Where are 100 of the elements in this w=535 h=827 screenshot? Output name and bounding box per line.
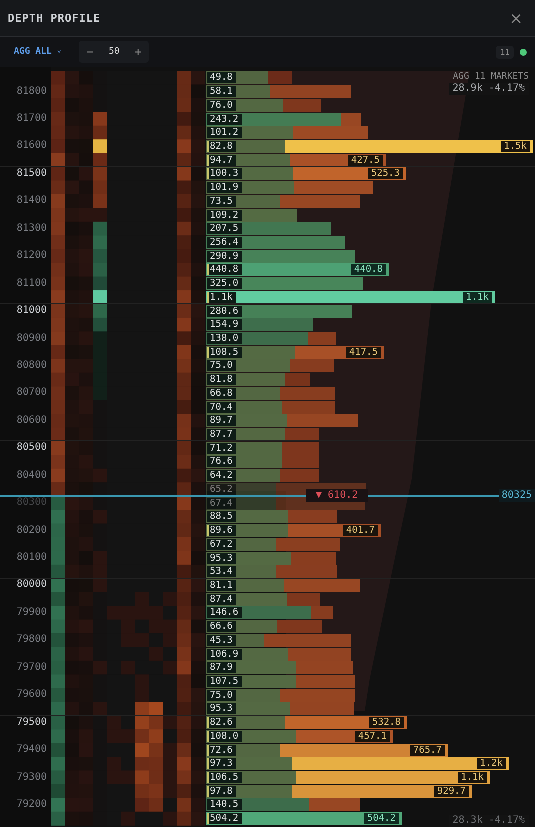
volume-label: 64.2 <box>207 470 236 482</box>
volume-callout: 401.7 <box>343 525 378 536</box>
volume-callout: 457.1 <box>355 730 390 742</box>
volume-label: 71.2 <box>207 442 236 454</box>
close-button[interactable]: × <box>506 8 527 28</box>
price-label: 80900 <box>16 332 47 345</box>
volume-bar-extension <box>296 661 353 674</box>
volume-label: 87.7 <box>207 429 236 440</box>
markets-count-badge: 11 <box>496 46 514 58</box>
volume-callout: 532.8 <box>369 717 404 728</box>
price-label: 81100 <box>16 278 47 290</box>
volume-label: 95.3 <box>207 552 236 564</box>
price-label: 79800 <box>16 634 47 646</box>
volume-label: 67.4 <box>207 498 236 509</box>
volume-label: 81.1 <box>207 580 236 591</box>
volume-callout: 440.8 <box>351 264 386 276</box>
volume-label: 100.3 <box>207 168 242 180</box>
volume-label: 1.1k <box>207 292 236 303</box>
volume-label: 87.9 <box>207 662 236 674</box>
price-label: 81800 <box>16 86 47 98</box>
volume-bar-extension <box>282 442 319 455</box>
volume-label: 87.4 <box>207 594 236 605</box>
volume-bar-extension <box>276 565 337 578</box>
volume-bar-extension <box>282 400 335 414</box>
volume-label: 76.0 <box>207 100 236 111</box>
volume-label: 65.2 <box>207 484 236 495</box>
volume-label: 89.6 <box>207 525 236 536</box>
window-title: DEPTH PROFILE <box>8 12 101 24</box>
volume-callout: 1.1k <box>458 772 487 784</box>
volume-label: 73.5 <box>207 196 236 207</box>
volume-label: 94.7 <box>207 154 236 166</box>
volume-label: 45.3 <box>207 634 236 646</box>
price-label: 79500 <box>16 716 47 729</box>
volume-label: 207.5 <box>207 223 242 234</box>
price-label: 79700 <box>16 662 47 674</box>
price-label: 80400 <box>16 470 47 482</box>
decrement-button[interactable]: − <box>79 45 102 59</box>
price-label: 79300 <box>16 772 47 784</box>
price-label: 81000 <box>16 305 47 318</box>
volume-label: 154.9 <box>207 319 242 330</box>
volume-callout: 1.1k <box>463 292 492 303</box>
price-label: 80000 <box>16 579 47 592</box>
volume-label: 101.2 <box>207 127 242 138</box>
volume-label: 49.8 <box>207 72 236 84</box>
volume-label: 280.6 <box>207 306 242 317</box>
volume-label: 140.5 <box>207 799 242 810</box>
price-label: 81600 <box>16 140 47 152</box>
volume-label: 256.4 <box>207 236 242 248</box>
volume-label: 325.0 <box>207 278 242 290</box>
price-label: 81300 <box>16 222 47 235</box>
volume-label: 108.5 <box>207 346 242 358</box>
volume-label: 290.9 <box>207 250 242 262</box>
price-label: 79900 <box>16 606 47 619</box>
price-label: 80500 <box>16 442 47 454</box>
volume-callout: 417.5 <box>346 346 381 358</box>
price-label: 80700 <box>16 387 47 400</box>
price-label: 80100 <box>16 552 47 564</box>
volume-callout: 504.2 <box>364 813 399 824</box>
markets-label: AGG 11 MARKETS <box>453 72 529 82</box>
volume-callout: 1.5k <box>501 140 530 152</box>
price-label: 81700 <box>16 113 47 126</box>
volume-label: 67.2 <box>207 538 236 550</box>
volume-label: 70.4 <box>207 402 236 413</box>
volume-bar-extension <box>282 455 319 468</box>
volume-label: 440.8 <box>207 264 242 276</box>
price-label: 81500 <box>16 168 47 180</box>
volume-label: 138.0 <box>207 333 242 344</box>
price-label: 81200 <box>16 250 47 262</box>
price-label: 79200 <box>16 798 47 811</box>
increment-button[interactable]: + <box>127 45 150 59</box>
volume-label: 109.2 <box>207 210 242 221</box>
volume-callout: 1.2k <box>477 758 506 770</box>
volume-label: 58.1 <box>207 86 236 98</box>
price-label: 80300 <box>16 497 47 510</box>
volume-label: 504.2 <box>207 813 242 824</box>
price-label: 80800 <box>16 360 47 372</box>
volume-bar-extension <box>288 648 351 661</box>
volume-label: 106.9 <box>207 648 242 660</box>
mid-price-label: 80325 <box>498 489 535 502</box>
volume-bar-extension <box>296 674 355 688</box>
volume-callout: 427.5 <box>348 154 383 166</box>
price-label: 80600 <box>16 414 47 427</box>
volume-callout: 765.7 <box>410 744 445 756</box>
volume-label: 95.3 <box>207 703 236 714</box>
volume-label: 146.6 <box>207 607 242 618</box>
volume-label: 107.5 <box>207 676 242 687</box>
price-label: 81400 <box>16 195 47 208</box>
volume-bar <box>206 482 276 496</box>
volume-label: 243.2 <box>207 114 242 125</box>
volume-label: 75.0 <box>207 360 236 372</box>
volume-label: 82.8 <box>207 140 236 152</box>
volume-label: 75.0 <box>207 690 236 701</box>
price-label: 79600 <box>16 689 47 702</box>
volume-callout: 525.3 <box>368 168 403 180</box>
volume-bar <box>206 496 276 510</box>
volume-label: 101.9 <box>207 182 242 194</box>
price-change-label: ▼ 610.2 <box>306 489 368 502</box>
volume-label: 106.5 <box>207 772 242 784</box>
price-label: 79400 <box>16 744 47 756</box>
volume-label: 72.6 <box>207 744 236 756</box>
